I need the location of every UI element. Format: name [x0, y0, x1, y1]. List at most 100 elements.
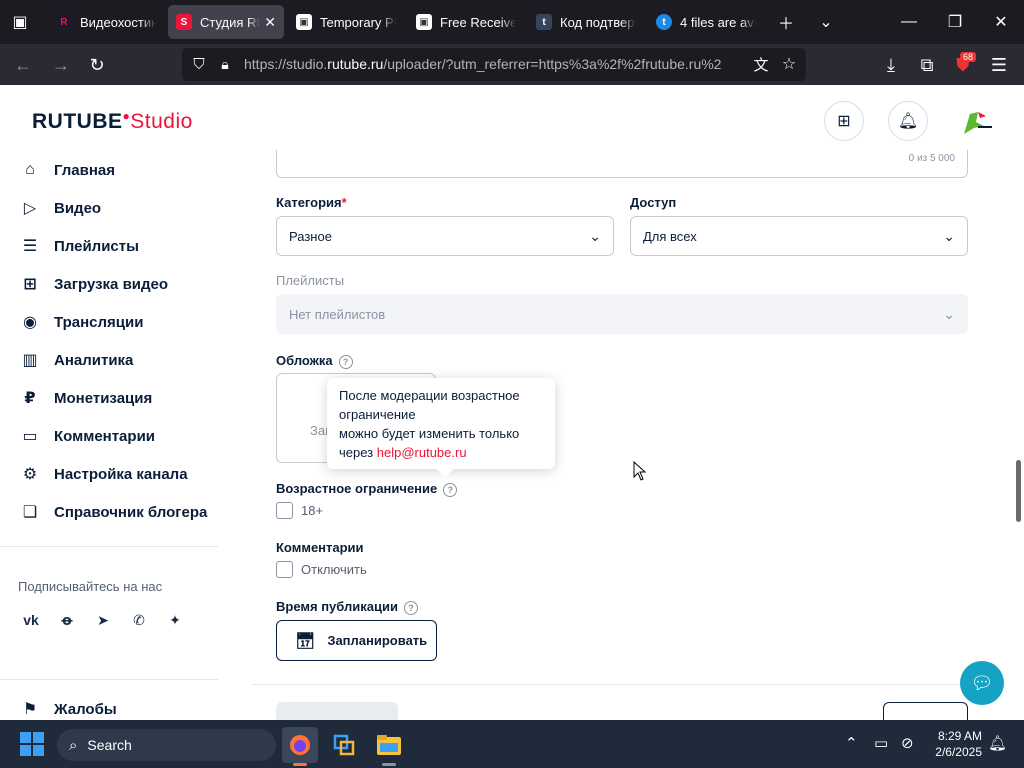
- taskbar-clock[interactable]: 8:29 AM 2/6/2025: [926, 728, 982, 760]
- forward-icon[interactable]: →: [46, 50, 76, 80]
- sidebar-item-label: Настройка канала: [54, 465, 188, 483]
- description-field[interactable]: 0 из 5 000: [276, 150, 968, 178]
- menu-icon[interactable]: ☰: [984, 50, 1014, 80]
- category-select[interactable]: Разное ⌄: [276, 216, 614, 256]
- search-icon: ⌕: [69, 736, 78, 754]
- notifications-button[interactable]: 🔔︎: [888, 101, 928, 141]
- tab-title: Видеохостинг: [80, 14, 156, 30]
- network-icon[interactable]: ⊘: [901, 734, 914, 752]
- browser-tab[interactable]: ▣ Free Receive SMS: [408, 5, 524, 39]
- back-icon[interactable]: ←: [8, 50, 38, 80]
- tab-overview-icon[interactable]: ▣: [6, 8, 34, 36]
- sidebar-item-comments[interactable]: ▭ Комментарии: [20, 421, 155, 451]
- sidebar-item-monetization[interactable]: ₽ Монетизация: [20, 383, 152, 413]
- browser-tab[interactable]: t 4 files are available: [648, 5, 764, 39]
- sidebar-item-blogger-guide[interactable]: ❏ Справочник блогера: [20, 497, 208, 527]
- page-scrollbar[interactable]: [1016, 460, 1021, 522]
- extensions-icon[interactable]: ⧉: [912, 50, 942, 80]
- secondary-button[interactable]: [276, 702, 398, 720]
- help-icon[interactable]: ?: [443, 482, 458, 497]
- tooltip-line: ограничение: [339, 407, 416, 422]
- help-icon[interactable]: ?: [338, 354, 353, 369]
- reload-icon[interactable]: ↻: [82, 50, 112, 80]
- sidebar-divider: [0, 679, 218, 680]
- new-tab-icon[interactable]: ＋: [772, 8, 800, 36]
- clock-date: 2/6/2025: [935, 745, 982, 759]
- lock-icon[interactable]: 🔒︎: [210, 49, 240, 79]
- tab-title: Free Receive SMS: [440, 14, 516, 30]
- sidebar-item-label: Видео: [54, 199, 102, 217]
- calendar-icon: 📅︎: [295, 632, 316, 650]
- chevron-down-icon: ⌄: [943, 228, 955, 244]
- active-indicator: [382, 763, 396, 766]
- display-icon[interactable]: ▭: [874, 734, 888, 752]
- support-chat-button[interactable]: 💬︎: [960, 661, 1004, 705]
- sidebar-item-analytics[interactable]: ▥ Аналитика: [20, 345, 133, 375]
- schedule-button-label: Запланировать: [327, 633, 428, 648]
- sidebar-item-label: Жалобы: [54, 700, 117, 718]
- chevron-up-icon[interactable]: ⌃: [845, 734, 858, 752]
- close-tab-icon[interactable]: ✕: [264, 14, 276, 31]
- category-label: Категория*: [276, 195, 347, 210]
- windows-start-icon[interactable]: [20, 732, 44, 756]
- browser-tab[interactable]: ▣ Temporary Phone: [288, 5, 404, 39]
- video-icon: ▷: [23, 200, 37, 217]
- sidebar-item-label: Главная: [54, 161, 116, 179]
- close-window-icon[interactable]: ✕: [986, 8, 1016, 36]
- url-text: https://studio.rutube.ru/uploader/?utm_r…: [244, 56, 722, 72]
- app-taskbar-icon[interactable]: [326, 727, 362, 763]
- notification-bell-icon[interactable]: 🔔︎: [988, 734, 1007, 752]
- add-video-button[interactable]: ⊞: [824, 101, 864, 141]
- translate-icon[interactable]: 文: [746, 49, 776, 79]
- playlists-select[interactable]: Нет плейлистов ⌄: [276, 294, 968, 334]
- social-title: Подписывайтесь на нас: [18, 579, 163, 594]
- sidebar-item-video[interactable]: ▷ Видео: [20, 193, 101, 223]
- sidebar-item-upload[interactable]: ⊞ Загрузка видео: [20, 269, 168, 299]
- ok-icon[interactable]: ꝋ: [55, 609, 79, 631]
- age-restriction-checkbox[interactable]: [276, 502, 293, 519]
- telegram-icon[interactable]: ➤: [91, 609, 115, 631]
- logo-main: RUTUBE: [32, 110, 123, 133]
- access-label: Доступ: [630, 195, 677, 210]
- tumblr-favicon-icon: t: [536, 14, 552, 30]
- vk-icon[interactable]: vk: [19, 609, 43, 631]
- minimize-icon[interactable]: —: [894, 8, 924, 36]
- browser-tab-active[interactable]: S Студия RUTUBE ✕: [168, 5, 284, 39]
- book-icon: ❏: [22, 504, 38, 521]
- age-restriction-option: 18+: [301, 503, 324, 518]
- sidebar-item-home[interactable]: ⌂ Главная: [20, 155, 115, 185]
- browser-tab[interactable]: t Код подтверждения: [528, 5, 644, 39]
- download-icon[interactable]: ⤓: [876, 50, 906, 80]
- disable-comments-checkbox[interactable]: [276, 561, 293, 578]
- tooltip-line: через help@rutube.ru: [339, 445, 467, 460]
- file-explorer-taskbar-icon[interactable]: [371, 727, 407, 763]
- star-icon[interactable]: ☆: [774, 49, 804, 79]
- chevron-down-icon[interactable]: ⌄: [812, 8, 840, 36]
- logo-sub: Studio: [130, 110, 193, 133]
- url-bar[interactable]: ⛉ 🔒︎ https://studio.rutube.ru/uploader/?…: [182, 48, 806, 81]
- dzen-icon[interactable]: ✦: [163, 609, 187, 631]
- sidebar-item-label: Загрузка видео: [54, 275, 169, 293]
- help-icon[interactable]: ?: [403, 600, 418, 615]
- browser-nav-bar: ← → ↻ ⛉ 🔒︎ https://studio.rutube.ru/uplo…: [0, 44, 1024, 85]
- sidebar-item-channel-settings[interactable]: ⚙ Настройка канала: [20, 459, 188, 489]
- sidebar-item-label: Справочник блогера: [54, 503, 208, 521]
- viber-icon[interactable]: ✆: [127, 609, 151, 631]
- sidebar-item-label: Плейлисты: [54, 237, 139, 255]
- help-email-link[interactable]: help@rutube.ru: [377, 445, 467, 460]
- taskbar-search[interactable]: ⌕ Search: [57, 729, 276, 761]
- rutube-studio-logo[interactable]: RUTUBE●Studio: [32, 109, 193, 134]
- browser-tab[interactable]: R Видеохостинг: [48, 5, 164, 39]
- access-select[interactable]: Для всех ⌄: [630, 216, 968, 256]
- sidebar-item-broadcasts[interactable]: ◉ Трансляции: [20, 307, 143, 337]
- sidebar-item-playlists[interactable]: ☰ Плейлисты: [20, 231, 139, 261]
- firefox-taskbar-icon[interactable]: [282, 727, 318, 763]
- flag-icon: ⚑: [22, 701, 38, 718]
- primary-button[interactable]: [883, 702, 968, 720]
- broadcast-icon: ◉: [23, 314, 37, 331]
- avatar[interactable]: [956, 104, 992, 140]
- restore-icon[interactable]: ❐: [940, 8, 970, 36]
- parrot-avatar-icon: [964, 112, 992, 134]
- schedule-button[interactable]: 📅︎ Запланировать: [276, 620, 437, 661]
- footer-divider: [252, 684, 994, 685]
